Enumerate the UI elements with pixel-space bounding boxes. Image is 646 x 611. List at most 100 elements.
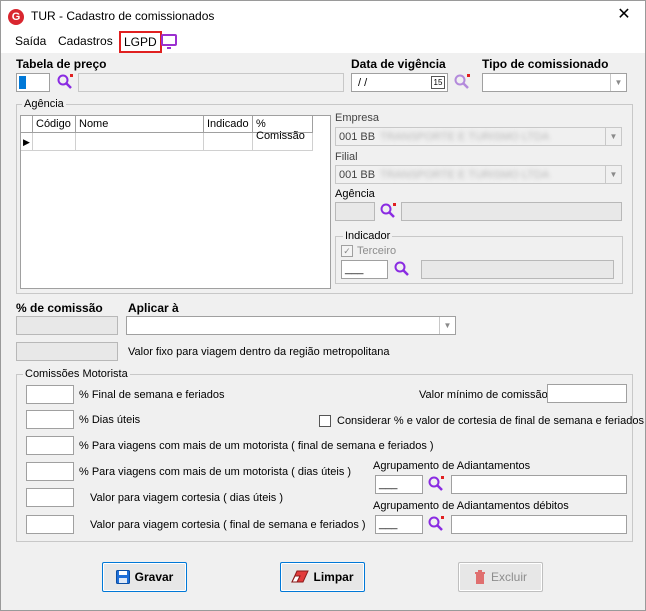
excluir-label: Excluir (490, 570, 527, 584)
agrupamento-debitos-code-value: ___ (379, 518, 398, 530)
calendar-icon-day: 15 (433, 78, 443, 87)
aplicar-select[interactable]: ▼ (126, 316, 456, 335)
search-icon[interactable] (453, 73, 471, 91)
trash-icon (474, 570, 485, 584)
agencia-desc-input (401, 202, 622, 221)
cortesia-dias-uteis-input[interactable] (26, 488, 74, 507)
mais-motorista-fim-semana-label: % Para viagens com mais de um motorista … (79, 440, 434, 452)
tabela-preco-code-input[interactable] (16, 73, 50, 92)
gravar-button[interactable]: Gravar (102, 562, 187, 592)
empresa-name: TRANSPORTE E TURISMO LTDA (380, 131, 550, 143)
menu-saida[interactable]: Saída (15, 34, 46, 48)
table-cell[interactable] (33, 133, 76, 151)
agencia-grid[interactable]: Código Nome Indicado % Comissão ▶ (20, 115, 331, 289)
row-indicator-icon: ▶ (21, 133, 33, 151)
search-icon[interactable] (379, 202, 397, 220)
title-bar: G TUR - Cadastro de comissionados ✕ (1, 1, 645, 31)
final-semana-input[interactable] (26, 385, 74, 404)
agrupamento-desc-input[interactable] (451, 475, 627, 494)
grid-col-indicado[interactable]: Indicado (204, 116, 253, 133)
chevron-down-icon: ▼ (605, 166, 621, 183)
terceiro-checkbox[interactable]: ✓ (341, 245, 353, 257)
chevron-down-icon: ▼ (610, 74, 626, 91)
agencia-group-title: Agência (22, 98, 66, 110)
tabela-preco-desc-input (78, 73, 344, 92)
final-semana-label: % Final de semana e feriados (79, 389, 225, 401)
chevron-down-icon: ▼ (605, 128, 621, 145)
grid-col-comissao[interactable]: % Comissão (253, 116, 313, 142)
tipo-comissionado-select[interactable]: ▼ (482, 73, 627, 92)
search-icon[interactable] (393, 260, 411, 278)
tipo-comissionado-label: Tipo de comissionado (482, 57, 609, 71)
agencia-label: Agência (335, 188, 375, 200)
cortesia-dias-uteis-label: Valor para viagem cortesia ( dias úteis … (90, 492, 283, 504)
data-vigencia-input[interactable]: / / 15 (351, 73, 448, 92)
mais-motorista-dias-uteis-input[interactable] (26, 462, 74, 481)
agrupamento-code-input[interactable]: ___ (375, 475, 423, 494)
menu-bar: Saída Cadastros LGPD (1, 31, 645, 53)
menu-cadastros[interactable]: Cadastros (58, 34, 113, 48)
perc-comissao-label: % de comissão (16, 301, 103, 315)
agrupamento-code-value: ___ (379, 478, 398, 490)
mais-motorista-dias-uteis-label: % Para viagens com mais de um motorista … (79, 466, 352, 478)
floppy-disk-icon (115, 570, 130, 584)
indicador-code-value: ___ (345, 263, 364, 275)
valor-fixo-label: Valor fixo para viagem dentro da região … (128, 346, 390, 358)
table-cell[interactable] (253, 133, 313, 151)
agrupamento-debitos-code-input[interactable]: ___ (375, 515, 423, 534)
agrupamento-label: Agrupamento de Adiantamentos (373, 460, 531, 472)
filial-select: 001 BB TRANSPORTE E TURISMO LTDA ▼ (335, 165, 622, 184)
agencia-code-input (335, 202, 375, 221)
table-cell[interactable] (204, 133, 253, 151)
valor-fixo-input (16, 342, 118, 361)
data-vigencia-label: Data de vigência (351, 57, 446, 71)
window-title: TUR - Cadastro de comissionados (31, 9, 215, 23)
aplicar-label: Aplicar à (128, 301, 179, 315)
filial-label: Filial (335, 151, 358, 163)
indicador-desc-input (421, 260, 614, 279)
grid-col-codigo[interactable]: Código (33, 116, 76, 133)
empresa-label: Empresa (335, 112, 380, 124)
search-icon[interactable] (427, 515, 445, 533)
indicador-code-input[interactable]: ___ (341, 260, 388, 279)
considerar-checkbox[interactable] (319, 415, 331, 427)
dias-uteis-input[interactable] (26, 410, 74, 429)
data-vigencia-value: / / (358, 77, 368, 89)
cortesia-fim-semana-input[interactable] (26, 515, 74, 534)
search-icon[interactable] (427, 475, 445, 493)
table-cell[interactable] (76, 133, 204, 151)
menu-lgpd[interactable]: LGPD (119, 31, 162, 53)
agrupamento-debitos-desc-input[interactable] (451, 515, 627, 534)
grid-row-header (21, 116, 33, 133)
empresa-select: 001 BB TRANSPORTE E TURISMO LTDA ▼ (335, 127, 622, 146)
terceiro-label: Terceiro (357, 245, 397, 257)
close-icon[interactable]: ✕ (613, 5, 635, 25)
motorista-group-title: Comissões Motorista (23, 368, 130, 380)
dias-uteis-label: % Dias úteis (79, 414, 141, 426)
window: G TUR - Cadastro de comissionados ✕ Saíd… (0, 0, 646, 611)
search-icon[interactable] (56, 73, 74, 91)
mais-motorista-fim-semana-input[interactable] (26, 436, 74, 455)
excluir-button: Excluir (458, 562, 543, 592)
chevron-down-icon: ▼ (439, 317, 455, 334)
valor-minimo-input[interactable] (547, 384, 627, 403)
filial-value: 001 BB (339, 169, 376, 181)
cortesia-fim-semana-label: Valor para viagem cortesia ( final de se… (90, 519, 366, 531)
gravar-label: Gravar (134, 570, 174, 584)
indicador-group-title: Indicador (343, 230, 393, 242)
eraser-icon (291, 570, 310, 583)
monitor-icon[interactable] (161, 34, 177, 49)
limpar-button[interactable]: Limpar (280, 562, 365, 592)
grid-col-nome[interactable]: Nome (76, 116, 204, 133)
perc-comissao-input (16, 316, 118, 335)
empresa-value: 001 BB (339, 131, 376, 143)
agrupamento-debitos-label: Agrupamento de Adiantamentos débitos (373, 500, 569, 512)
calendar-icon[interactable]: 15 (431, 76, 445, 89)
valor-minimo-label: Valor mínimo de comissão (419, 389, 548, 401)
limpar-label: Limpar (313, 570, 354, 584)
tabela-preco-label: Tabela de preço (16, 57, 107, 71)
filial-name: TRANSPORTE E TURISMO LTDA (380, 169, 550, 181)
app-logo-icon: G (8, 9, 24, 25)
text-cursor-selection (19, 76, 26, 89)
considerar-label: Considerar % e valor de cortesia de fina… (337, 415, 644, 427)
